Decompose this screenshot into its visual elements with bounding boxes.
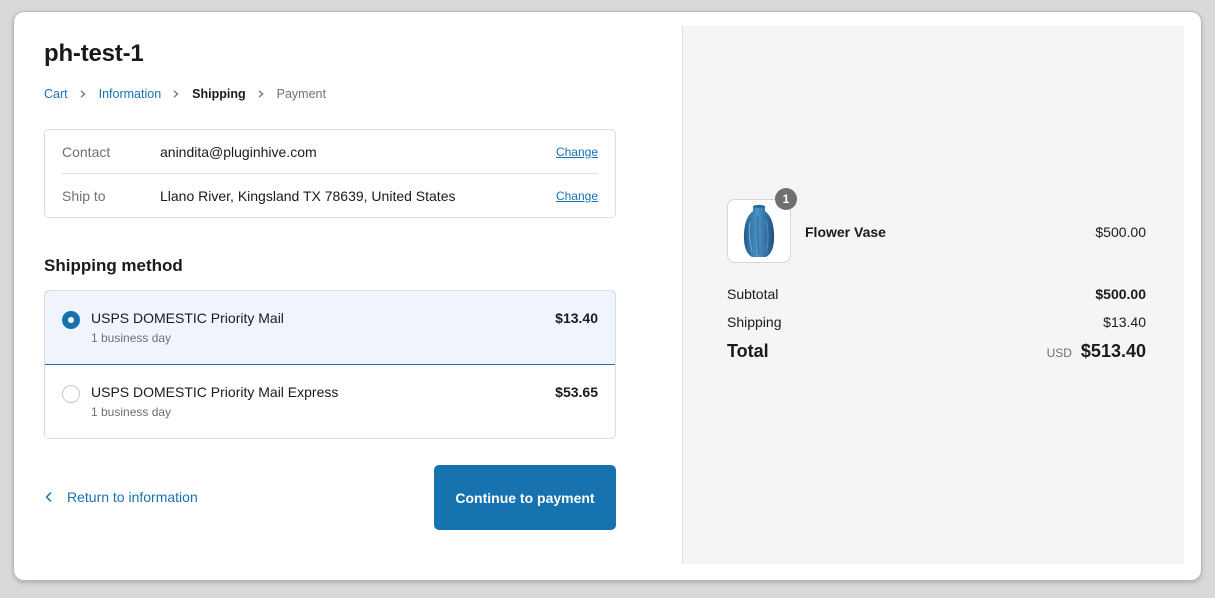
shipping-option-priority[interactable]: USPS DOMESTIC Priority Mail 1 business d…: [45, 291, 615, 365]
breadcrumb-shipping: Shipping: [192, 87, 246, 101]
subtotal-label: Subtotal: [727, 286, 779, 302]
breadcrumb-cart[interactable]: Cart: [44, 87, 68, 101]
currency-code: USD: [1046, 346, 1072, 360]
breadcrumb-payment: Payment: [276, 87, 326, 101]
change-ship-to-link[interactable]: Change: [556, 189, 598, 203]
shipping-option-name: USPS DOMESTIC Priority Mail Express: [91, 384, 339, 400]
shipping-option-eta: 1 business day: [91, 405, 172, 419]
total-row: Total USD $513.40: [727, 341, 1146, 362]
quantity-badge: 1: [775, 188, 797, 210]
shipping-option-name: USPS DOMESTIC Priority Mail: [91, 310, 284, 326]
continue-to-payment-button[interactable]: Continue to payment: [434, 465, 616, 530]
contact-label: Contact: [62, 143, 111, 160]
shipping-row: Shipping $13.40: [727, 314, 1146, 330]
return-label: Return to information: [67, 489, 198, 505]
shipping-option-express[interactable]: USPS DOMESTIC Priority Mail Express 1 bu…: [45, 365, 615, 438]
checkout-main: ph-test-1 Cart Information Shipping Paym…: [44, 12, 616, 580]
radio-selected[interactable]: [62, 311, 80, 329]
product-name: Flower Vase: [805, 224, 886, 240]
shipping-value: $13.40: [1103, 314, 1146, 330]
order-summary: 1 Flower Vase $500.00 Subtotal $500.00 S…: [682, 26, 1184, 564]
total-amount-group: USD $513.40: [1047, 341, 1146, 362]
breadcrumb-information[interactable]: Information: [99, 87, 162, 101]
checkout-window: ph-test-1 Cart Information Shipping Paym…: [14, 12, 1201, 580]
ship-to-label: Ship to: [62, 188, 106, 204]
subtotal-value: $500.00: [1095, 286, 1146, 302]
shipping-label: Shipping: [727, 314, 782, 330]
product-price: $500.00: [1095, 224, 1146, 240]
contact-row: Contact anindita@pluginhive.com Change: [62, 130, 598, 174]
return-to-information-link[interactable]: Return to information: [44, 489, 198, 505]
vase-image: [743, 204, 775, 257]
shipping-option-price: $13.40: [555, 310, 598, 326]
contact-value: anindita@pluginhive.com: [160, 143, 317, 160]
ship-to-value: Llano River, Kingsland TX 78639, United …: [160, 188, 456, 204]
shipping-options: USPS DOMESTIC Priority Mail Express 1 bu…: [44, 290, 616, 439]
breadcrumb: Cart Information Shipping Payment: [44, 87, 326, 101]
review-box: Contact anindita@pluginhive.com Change S…: [44, 129, 616, 218]
total-label: Total: [727, 341, 769, 361]
chevron-left-icon: [44, 491, 54, 503]
total-value: $513.40: [1080, 341, 1146, 361]
change-contact-link[interactable]: Change: [556, 145, 598, 159]
store-title: ph-test-1: [44, 40, 144, 67]
shipping-method-title: Shipping method: [44, 256, 183, 275]
subtotal-row: Subtotal $500.00: [727, 286, 1146, 302]
chevron-right-icon: [79, 90, 87, 98]
ship-to-row: Ship to Llano River, Kingsland TX 78639,…: [62, 174, 598, 218]
chevron-right-icon: [257, 90, 265, 98]
shipping-option-price: $53.65: [555, 384, 598, 400]
shipping-option-eta: 1 business day: [91, 331, 172, 345]
radio-unselected[interactable]: [62, 385, 80, 403]
chevron-right-icon: [172, 90, 180, 98]
